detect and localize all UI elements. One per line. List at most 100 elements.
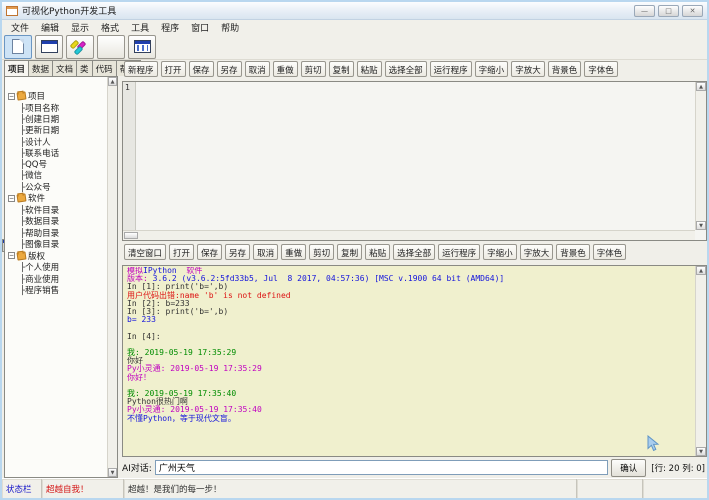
form-window-button[interactable] (35, 35, 63, 59)
confirm-button[interactable]: 确认 (611, 459, 646, 477)
editor-hscrollbar[interactable] (123, 230, 695, 240)
tree-group-label: 版权 (28, 250, 45, 262)
clear-window-button[interactable]: 清空窗口 (124, 244, 166, 260)
console-line (127, 324, 694, 332)
background-color-button[interactable]: 背景色 (556, 244, 590, 260)
code-editor[interactable]: 1 ▲ ▼ (122, 81, 707, 241)
tree-item[interactable]: ├公众号 (8, 181, 107, 192)
tab-document[interactable]: 文档 (52, 60, 77, 76)
scroll-down-icon[interactable]: ▼ (108, 468, 117, 477)
window-controls: —□✕ (634, 5, 703, 17)
menu-program[interactable]: 程序 (155, 20, 185, 35)
tree-item[interactable]: ├程序销售 (8, 284, 107, 295)
console-line: In [4]: (127, 333, 694, 341)
collapse-icon[interactable]: − (8, 252, 15, 259)
left-panel-tabs: 项目数据文档类代码帮助 (4, 60, 118, 76)
console-vscrollbar[interactable]: ▲ ▼ (695, 266, 706, 456)
cancel-button[interactable]: 取消 (253, 244, 278, 260)
tree-group-project[interactable]: −项目 (8, 90, 107, 102)
collapse-icon[interactable]: − (8, 93, 15, 100)
tree-item[interactable]: ├项目名称 (8, 102, 107, 113)
scroll-up-icon[interactable]: ▲ (108, 77, 117, 86)
tab-class[interactable]: 类 (76, 60, 93, 76)
menu-window[interactable]: 窗口 (185, 20, 215, 35)
run-program-button[interactable]: 运行程序 (430, 61, 472, 77)
tree-item[interactable]: ├联系电话 (8, 147, 107, 158)
console-output[interactable]: 模拟IPython 软件版本: 3.6.2 (v3.6.2:5fd33b5, J… (122, 265, 707, 457)
minimize-button[interactable]: — (634, 5, 655, 17)
tab-data[interactable]: 数据 (28, 60, 53, 76)
save-button[interactable]: 保存 (197, 244, 222, 260)
scroll-up-icon[interactable]: ▲ (696, 266, 706, 275)
menu-edit[interactable]: 编辑 (35, 20, 65, 35)
tree-item[interactable]: ├数据目录 (8, 216, 107, 227)
tree-item[interactable]: ├创建日期 (8, 113, 107, 124)
main-toolbar (2, 34, 707, 60)
grid-window-button[interactable] (128, 35, 156, 59)
menu-view[interactable]: 显示 (65, 20, 95, 35)
save-as-button[interactable]: 另存 (225, 244, 250, 260)
open-button[interactable]: 打开 (161, 61, 186, 77)
tree-item[interactable]: ├帮助目录 (8, 227, 107, 238)
tree-item[interactable]: ├QQ号 (8, 158, 107, 169)
copy-button[interactable]: 复制 (337, 244, 362, 260)
copy-button[interactable]: 复制 (329, 61, 354, 77)
collapse-icon[interactable]: − (8, 195, 15, 202)
tree-group-copyright[interactable]: − 版权 (8, 250, 107, 262)
console-line: 我: 2019-05-19 17:35:40 (127, 390, 694, 398)
menu-file[interactable]: 文件 (5, 20, 35, 35)
maximize-button[interactable]: □ (658, 5, 679, 17)
redo-button[interactable]: 重做 (281, 244, 306, 260)
select-all-button[interactable]: 选择全部 (393, 244, 435, 260)
font-color-button[interactable]: 字体色 (593, 244, 627, 260)
tree-item[interactable]: ├商业使用 (8, 273, 107, 284)
new-program-button[interactable]: 新程序 (124, 61, 158, 77)
tree-item[interactable]: ├图像目录 (8, 238, 107, 249)
background-color-button[interactable]: 背景色 (548, 61, 582, 77)
caret-position: [行: 20 列: 0] (649, 462, 707, 474)
font-larger-button[interactable]: 字放大 (511, 61, 545, 77)
font-larger-button[interactable]: 字放大 (520, 244, 554, 260)
tab-code[interactable]: 代码 (92, 60, 117, 76)
tab-project[interactable]: 项目 (4, 60, 29, 76)
hscroll-thumb[interactable] (124, 232, 138, 239)
scroll-down-icon[interactable]: ▼ (696, 447, 706, 456)
console-line: 不懂Python，等于现代文盲。 (127, 415, 694, 423)
run-program-button[interactable]: 运行程序 (438, 244, 480, 260)
grid-window-icon (134, 40, 151, 53)
ai-dialog-input[interactable] (155, 460, 608, 475)
tree-item[interactable]: ├更新日期 (8, 125, 107, 136)
cancel-button[interactable]: 取消 (245, 61, 270, 77)
paste-button[interactable]: 粘贴 (357, 61, 382, 77)
tree-item[interactable]: ├设计人 (8, 136, 107, 147)
app-icon (6, 6, 18, 16)
tree-item[interactable]: ├软件目录 (8, 204, 107, 215)
cut-button[interactable]: 剪切 (309, 244, 334, 260)
paste-button[interactable]: 粘贴 (365, 244, 390, 260)
tree-item[interactable]: ├个人使用 (8, 262, 107, 273)
save-as-button[interactable]: 另存 (217, 61, 242, 77)
font-color-button[interactable]: 字体色 (584, 61, 618, 77)
font-smaller-button[interactable]: 字缩小 (483, 244, 517, 260)
console-line: Py小灵通: 2019-05-19 17:35:29 (127, 365, 694, 373)
menu-help[interactable]: 帮助 (215, 20, 245, 35)
scroll-down-icon[interactable]: ▼ (696, 221, 706, 230)
select-all-button[interactable]: 选择全部 (385, 61, 427, 77)
editor-vscrollbar[interactable]: ▲ ▼ (695, 82, 706, 230)
tree-group-software[interactable]: −软件 (8, 192, 107, 204)
colors-button[interactable] (66, 35, 94, 59)
right-panel: 新程序打开保存另存取消重做剪切复制粘贴选择全部运行程序字缩小字放大背景色字体色 … (122, 60, 707, 478)
tree-scrollbar[interactable]: ▲ ▼ (107, 77, 117, 477)
tree-item[interactable]: ├微信 (8, 170, 107, 181)
open-button[interactable]: 打开 (169, 244, 194, 260)
font-smaller-button[interactable]: 字缩小 (475, 61, 509, 77)
scroll-up-icon[interactable]: ▲ (696, 82, 706, 91)
console-window-button[interactable] (97, 35, 125, 59)
menu-format[interactable]: 格式 (95, 20, 125, 35)
new-document-button[interactable] (4, 35, 32, 59)
redo-button[interactable]: 重做 (273, 61, 298, 77)
menu-tools[interactable]: 工具 (125, 20, 155, 35)
cut-button[interactable]: 剪切 (301, 61, 326, 77)
save-button[interactable]: 保存 (189, 61, 214, 77)
close-button[interactable]: ✕ (682, 5, 703, 17)
